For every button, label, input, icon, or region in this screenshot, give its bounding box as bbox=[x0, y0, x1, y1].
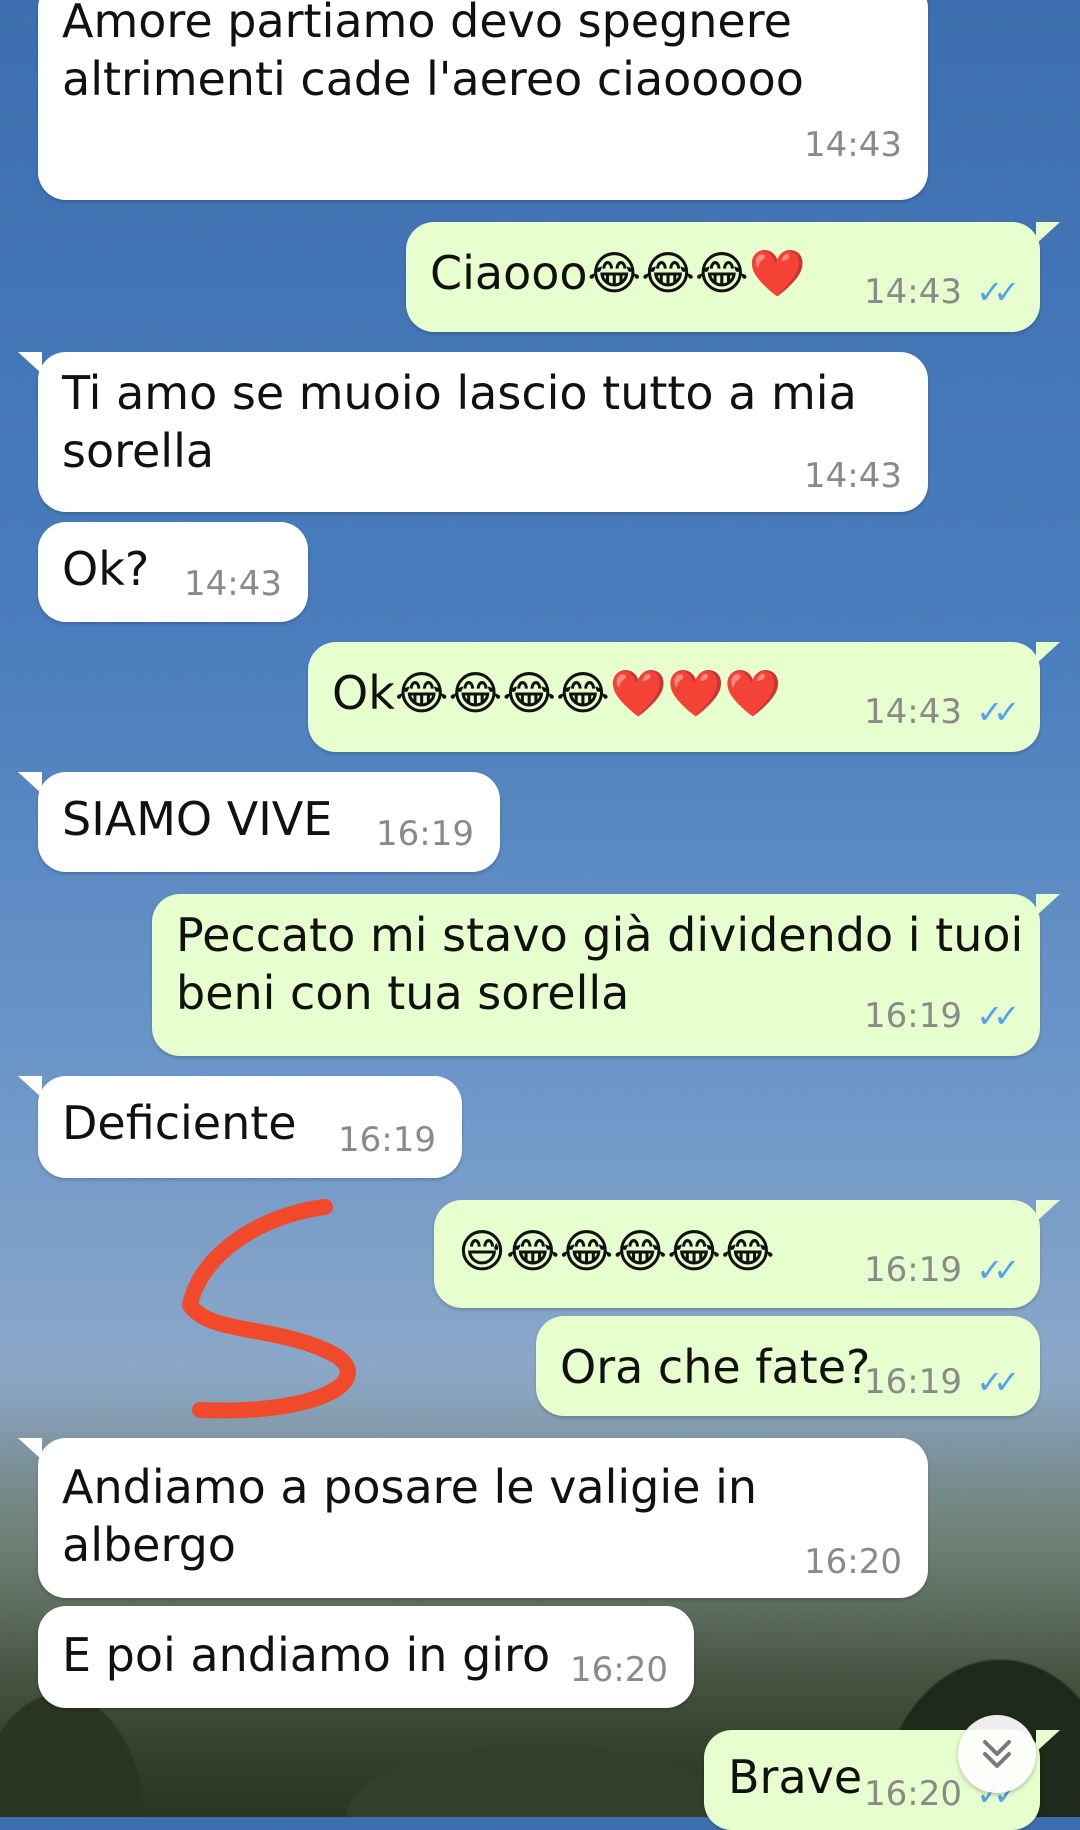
message-time: 14:43 bbox=[184, 564, 282, 604]
read-receipt-icon: ✓✓ bbox=[976, 1251, 1020, 1289]
message-text: Ok? bbox=[62, 542, 150, 596]
incoming-message[interactable]: E poi andiamo in giro 16:20 bbox=[38, 1606, 694, 1708]
message-time: 14:43 bbox=[804, 125, 902, 165]
outgoing-message[interactable]: Ok😂😂😂😂❤️❤️❤️ 14:43 ✓✓ bbox=[308, 642, 1060, 752]
message-text: Ciaooo😂😂😂❤️ bbox=[430, 246, 807, 300]
message-text: Ora che fate? bbox=[560, 1340, 871, 1394]
message-time: 14:43 bbox=[804, 456, 902, 496]
message-time: 16:19 bbox=[864, 996, 962, 1036]
incoming-message[interactable]: Andiamo a posare le valigie in albergo 1… bbox=[18, 1438, 928, 1598]
read-receipt-icon: ✓✓ bbox=[976, 997, 1020, 1035]
message-time: 16:19 bbox=[338, 1120, 436, 1160]
incoming-message[interactable]: Ok? 14:43 bbox=[38, 522, 308, 622]
message-text: Deficiente bbox=[62, 1096, 297, 1150]
message-text: Andiamo a posare le valigie in albergo bbox=[62, 1460, 772, 1572]
message-time: 14:43 bbox=[864, 272, 962, 312]
message-time: 16:19 bbox=[864, 1250, 962, 1290]
message-time: 14:43 bbox=[864, 692, 962, 732]
message-time: 16:19 bbox=[376, 814, 474, 854]
message-time: 16:19 bbox=[864, 1362, 962, 1402]
read-receipt-icon: ✓✓ bbox=[976, 693, 1020, 731]
incoming-message[interactable]: Ti amo se muoio lascio tutto a mia sorel… bbox=[18, 352, 928, 512]
read-receipt-icon: ✓✓ bbox=[976, 1363, 1020, 1401]
incoming-message[interactable]: Deficiente 16:19 bbox=[18, 1076, 462, 1178]
message-text: SIAMO VIVE bbox=[62, 792, 333, 846]
message-text: E poi andiamo in giro bbox=[62, 1628, 551, 1682]
message-time: 16:20 bbox=[804, 1542, 902, 1582]
message-text: Brave bbox=[728, 1750, 863, 1804]
red-scribble bbox=[182, 1199, 356, 1419]
message-text: Ok😂😂😂😂❤️❤️❤️ bbox=[332, 666, 782, 720]
outgoing-message[interactable]: 😅😂😂😂😂😂 16:19 ✓✓ bbox=[434, 1200, 1060, 1308]
outgoing-message[interactable]: Peccato mi stavo già dividendo i tuoi be… bbox=[152, 894, 1060, 1056]
outgoing-message[interactable]: Ciaooo😂😂😂❤️ 14:43 ✓✓ bbox=[406, 222, 1060, 332]
read-receipt-icon: ✓✓ bbox=[976, 273, 1020, 311]
message-text: Amore partiamo devo spegnere altrimenti … bbox=[62, 0, 804, 106]
chevron-double-down-icon[interactable] bbox=[958, 1715, 1036, 1793]
message-time: 16:20 bbox=[570, 1650, 668, 1690]
incoming-message[interactable]: SIAMO VIVE 16:19 bbox=[18, 772, 500, 872]
incoming-message[interactable]: Amore partiamo devo spegnere altrimenti … bbox=[38, 0, 928, 200]
message-text: Ti amo se muoio lascio tutto a mia sorel… bbox=[62, 366, 857, 478]
message-time: 16:20 bbox=[864, 1774, 962, 1814]
outgoing-message[interactable]: Ora che fate? 16:19 ✓✓ bbox=[536, 1316, 1040, 1416]
message-text: 😅😂😂😂😂😂 bbox=[458, 1224, 775, 1278]
